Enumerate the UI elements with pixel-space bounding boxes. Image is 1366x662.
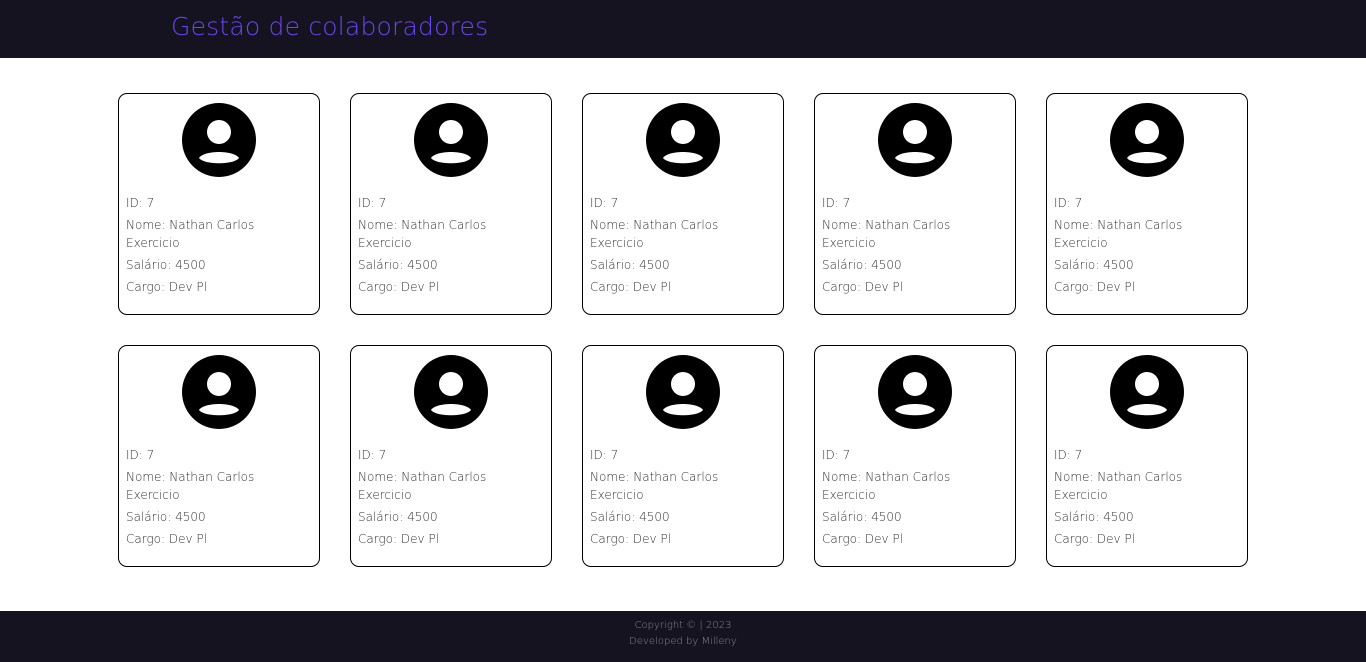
employee-id: ID: 7 — [590, 196, 619, 210]
employee-role: Cargo: Dev Pl — [590, 532, 671, 546]
employee-role: Cargo: Dev Pl — [822, 532, 903, 546]
employee-salary: Salário: 4500 — [590, 510, 670, 524]
employee-card: ID: 7 Nome: Nathan Carlos Exercicio Salá… — [1046, 93, 1248, 315]
employee-role: Cargo: Dev Pl — [1054, 280, 1135, 294]
employee-card: ID: 7 Nome: Nathan Carlos Exercicio Salá… — [350, 93, 552, 315]
employee-name: Nome: Nathan Carlos Exercicio — [590, 470, 719, 502]
user-circle-icon — [646, 103, 720, 177]
employee-card: ID: 7 Nome: Nathan Carlos Exercicio Salá… — [582, 93, 784, 315]
employee-grid: ID: 7 Nome: Nathan Carlos Exercicio Salá… — [118, 93, 1248, 567]
employee-role: Cargo: Dev Pl — [126, 280, 207, 294]
employee-id: ID: 7 — [1054, 196, 1083, 210]
employee-name: Nome: Nathan Carlos Exercicio — [590, 218, 719, 250]
employee-id: ID: 7 — [822, 196, 851, 210]
employee-salary: Salário: 4500 — [126, 258, 206, 272]
employee-name: Nome: Nathan Carlos Exercicio — [822, 470, 951, 502]
user-circle-icon — [1110, 103, 1184, 177]
employee-id: ID: 7 — [358, 448, 387, 462]
employee-id: ID: 7 — [358, 196, 387, 210]
employee-salary: Salário: 4500 — [590, 258, 670, 272]
employee-role: Cargo: Dev Pl — [126, 532, 207, 546]
app-footer: Copyright © | 2023 Developed by Milleny — [0, 611, 1366, 662]
employee-card: ID: 7 Nome: Nathan Carlos Exercicio Salá… — [118, 93, 320, 315]
user-circle-icon — [878, 355, 952, 429]
employee-name: Nome: Nathan Carlos Exercicio — [358, 218, 487, 250]
user-circle-icon — [878, 103, 952, 177]
employee-name: Nome: Nathan Carlos Exercicio — [822, 218, 951, 250]
employee-card: ID: 7 Nome: Nathan Carlos Exercicio Salá… — [1046, 345, 1248, 567]
employee-name: Nome: Nathan Carlos Exercicio — [126, 218, 255, 250]
page-title: Gestão de colaboradores — [171, 12, 489, 41]
employee-card: ID: 7 Nome: Nathan Carlos Exercicio Salá… — [118, 345, 320, 567]
user-circle-icon — [646, 355, 720, 429]
footer-developer: Developed by Milleny — [629, 636, 737, 647]
employee-name: Nome: Nathan Carlos Exercicio — [1054, 218, 1183, 250]
app-header: Gestão de colaboradores — [0, 0, 1366, 58]
employee-role: Cargo: Dev Pl — [822, 280, 903, 294]
employee-role: Cargo: Dev Pl — [358, 532, 439, 546]
employee-salary: Salário: 4500 — [358, 258, 438, 272]
employee-id: ID: 7 — [1054, 448, 1083, 462]
user-circle-icon — [182, 355, 256, 429]
user-circle-icon — [414, 355, 488, 429]
employee-card: ID: 7 Nome: Nathan Carlos Exercicio Salá… — [814, 345, 1016, 567]
employee-name: Nome: Nathan Carlos Exercicio — [126, 470, 255, 502]
user-circle-icon — [1110, 355, 1184, 429]
employee-salary: Salário: 4500 — [1054, 510, 1134, 524]
employee-role: Cargo: Dev Pl — [358, 280, 439, 294]
employee-salary: Salário: 4500 — [358, 510, 438, 524]
employee-card: ID: 7 Nome: Nathan Carlos Exercicio Salá… — [582, 345, 784, 567]
footer-copyright: Copyright © | 2023 — [634, 620, 732, 631]
employee-name: Nome: Nathan Carlos Exercicio — [358, 470, 487, 502]
employee-name: Nome: Nathan Carlos Exercicio — [1054, 470, 1183, 502]
employee-id: ID: 7 — [822, 448, 851, 462]
user-circle-icon — [182, 103, 256, 177]
employee-salary: Salário: 4500 — [126, 510, 206, 524]
user-circle-icon — [414, 103, 488, 177]
employee-id: ID: 7 — [590, 448, 619, 462]
employee-id: ID: 7 — [126, 448, 155, 462]
employee-card: ID: 7 Nome: Nathan Carlos Exercicio Salá… — [814, 93, 1016, 315]
employee-salary: Salário: 4500 — [1054, 258, 1134, 272]
employee-salary: Salário: 4500 — [822, 510, 902, 524]
employee-salary: Salário: 4500 — [822, 258, 902, 272]
employee-card: ID: 7 Nome: Nathan Carlos Exercicio Salá… — [350, 345, 552, 567]
employee-role: Cargo: Dev Pl — [590, 280, 671, 294]
employee-role: Cargo: Dev Pl — [1054, 532, 1135, 546]
employee-id: ID: 7 — [126, 196, 155, 210]
